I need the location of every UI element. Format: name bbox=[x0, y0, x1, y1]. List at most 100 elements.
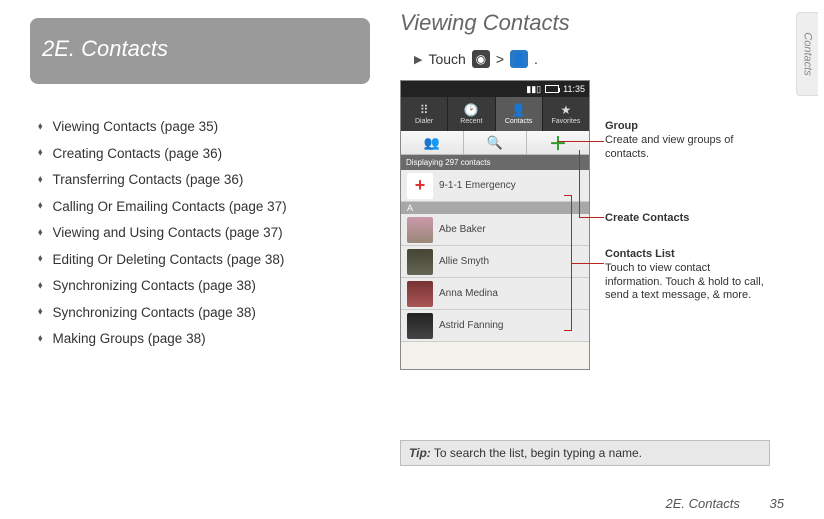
toc-item[interactable]: ⬧ Transferring Contacts (page 36) bbox=[38, 173, 370, 187]
avatar bbox=[407, 217, 433, 243]
callout-group: Group Create and view groups of contacts… bbox=[605, 120, 770, 161]
tab-favorites[interactable]: ★Favorites bbox=[543, 97, 589, 131]
triangle-icon: ▶ bbox=[414, 53, 422, 66]
callout-leader bbox=[572, 263, 604, 264]
diamond-icon: ⬧ bbox=[38, 175, 43, 185]
diamond-icon: ⬧ bbox=[38, 334, 43, 344]
toc-item[interactable]: ⬧ Synchronizing Contacts (page 38) bbox=[38, 306, 370, 320]
toc-item-label: Editing Or Deleting Contacts (page 38) bbox=[53, 253, 285, 267]
group-icon: 👥 bbox=[424, 135, 440, 151]
toc-item[interactable]: ⬧ Editing Or Deleting Contacts (page 38) bbox=[38, 253, 370, 267]
tip-text: To search the list, begin typing a name. bbox=[431, 446, 642, 460]
tab-row: ⠿Dialer 🕑Recent 👤Contacts ★Favorites bbox=[401, 97, 589, 131]
contact-name: 9-1-1 Emergency bbox=[439, 180, 516, 191]
callout-title: Create Contacts bbox=[605, 212, 770, 226]
footer-section: 2E. Contacts bbox=[665, 496, 739, 511]
toc-item[interactable]: ⬧ Viewing Contacts (page 35) bbox=[38, 120, 370, 134]
home-icon: ◉ bbox=[472, 50, 490, 68]
callout-title: Contacts List bbox=[605, 248, 770, 262]
contact-row[interactable]: Allie Smyth bbox=[401, 246, 589, 278]
toc-item[interactable]: ⬧ Making Groups (page 38) bbox=[38, 332, 370, 346]
page-heading: Viewing Contacts bbox=[400, 10, 780, 36]
contact-row[interactable]: Abe Baker bbox=[401, 214, 589, 246]
toc-item-label: Viewing and Using Contacts (page 37) bbox=[53, 226, 283, 240]
tab-label: Favorites bbox=[551, 118, 580, 125]
callout-contacts-list: Contacts List Touch to view contact info… bbox=[605, 248, 770, 303]
instruction-step: ▶ Touch ◉ > 👤 . bbox=[414, 50, 780, 68]
callout-bracket bbox=[564, 195, 572, 331]
callout-body: Create and view groups of contacts. bbox=[605, 134, 770, 162]
callout-title: Group bbox=[605, 120, 770, 134]
search-button[interactable]: 🔍 bbox=[464, 131, 527, 154]
thumb-tab-label: Contacts bbox=[802, 32, 814, 75]
action-bar: 👥 🔍 ＋ bbox=[401, 131, 589, 155]
dialpad-icon: ⠿ bbox=[420, 103, 429, 117]
tab-contacts[interactable]: 👤Contacts bbox=[496, 97, 543, 131]
plus-icon: ＋ bbox=[549, 130, 567, 156]
star-icon: ★ bbox=[560, 103, 571, 117]
group-button[interactable]: 👥 bbox=[401, 131, 464, 154]
diamond-icon: ⬧ bbox=[38, 201, 43, 211]
tab-recent[interactable]: 🕑Recent bbox=[448, 97, 495, 131]
contact-row[interactable]: Astrid Fanning bbox=[401, 310, 589, 342]
avatar bbox=[407, 281, 433, 307]
callout-leader bbox=[557, 141, 604, 142]
contact-row[interactable]: Anna Medina bbox=[401, 278, 589, 310]
contact-name: Astrid Fanning bbox=[439, 320, 503, 331]
toc-item-label: Viewing Contacts (page 35) bbox=[53, 120, 219, 134]
status-time: 11:35 bbox=[563, 84, 585, 94]
tip-label: Tip: bbox=[409, 446, 431, 460]
contacts-app-icon: 👤 bbox=[510, 50, 528, 68]
diamond-icon: ⬧ bbox=[38, 148, 43, 158]
table-of-contents: ⬧ Viewing Contacts (page 35) ⬧ Creating Co… bbox=[30, 120, 370, 346]
footer-page-number: 35 bbox=[770, 496, 784, 511]
step-text-mid: > bbox=[496, 51, 504, 67]
toc-item-label: Synchronizing Contacts (page 38) bbox=[53, 279, 256, 293]
toc-item[interactable]: ⬧ Synchronizing Contacts (page 38) bbox=[38, 279, 370, 293]
page-footer: 2E. Contacts 35 bbox=[665, 496, 784, 511]
step-text-pre: Touch bbox=[428, 51, 465, 67]
phone-screenshot-area: ▮▮▯ 11:35 ⠿Dialer 🕑Recent 👤Contacts ★Fav… bbox=[400, 80, 780, 390]
emergency-row[interactable]: + 9-1-1 Emergency bbox=[401, 170, 589, 202]
phone-mock: ▮▮▯ 11:35 ⠿Dialer 🕑Recent 👤Contacts ★Fav… bbox=[400, 80, 590, 370]
section-header: 2E. Contacts bbox=[30, 18, 370, 84]
clock-icon: 🕑 bbox=[464, 103, 479, 117]
diamond-icon: ⬧ bbox=[38, 122, 43, 132]
tab-label: Dialer bbox=[415, 118, 433, 125]
tip-box: Tip: To search the list, begin typing a … bbox=[400, 440, 770, 466]
diamond-icon: ⬧ bbox=[38, 307, 43, 317]
toc-item-label: Creating Contacts (page 36) bbox=[53, 147, 223, 161]
toc-item[interactable]: ⬧ Viewing and Using Contacts (page 37) bbox=[38, 226, 370, 240]
step-text-post: . bbox=[534, 51, 538, 67]
thumb-tab: Contacts bbox=[796, 12, 818, 96]
toc-item-label: Transferring Contacts (page 36) bbox=[53, 173, 244, 187]
toc-item-label: Making Groups (page 38) bbox=[53, 332, 206, 346]
toc-item[interactable]: ⬧ Calling Or Emailing Contacts (page 37) bbox=[38, 200, 370, 214]
diamond-icon: ⬧ bbox=[38, 228, 43, 238]
avatar bbox=[407, 249, 433, 275]
toc-item-label: Calling Or Emailing Contacts (page 37) bbox=[53, 200, 287, 214]
callout-leader bbox=[579, 217, 604, 218]
signal-icon: ▮▮▯ bbox=[526, 84, 541, 95]
toc-item-label: Synchronizing Contacts (page 38) bbox=[53, 306, 256, 320]
contact-name: Anna Medina bbox=[439, 288, 498, 299]
contact-name: Allie Smyth bbox=[439, 256, 489, 267]
battery-icon bbox=[545, 85, 559, 93]
callout-create-contacts: Create Contacts bbox=[605, 212, 770, 226]
person-icon: 👤 bbox=[511, 103, 526, 117]
contact-name: Abe Baker bbox=[439, 224, 486, 235]
alpha-section-header: A bbox=[401, 202, 589, 214]
diamond-icon: ⬧ bbox=[38, 254, 43, 264]
toc-item[interactable]: ⬧ Creating Contacts (page 36) bbox=[38, 147, 370, 161]
callout-body: Touch to view contact information. Touch… bbox=[605, 262, 770, 303]
avatar bbox=[407, 313, 433, 339]
tab-label: Contacts bbox=[505, 118, 533, 125]
tab-label: Recent bbox=[460, 118, 482, 125]
diamond-icon: ⬧ bbox=[38, 281, 43, 291]
contact-count-bar: Displaying 297 contacts bbox=[401, 155, 589, 170]
callout-leader bbox=[579, 150, 580, 218]
search-icon: 🔍 bbox=[487, 135, 503, 151]
tab-dialer[interactable]: ⠿Dialer bbox=[401, 97, 448, 131]
plus-icon: + bbox=[407, 173, 433, 199]
status-bar: ▮▮▯ 11:35 bbox=[401, 81, 589, 97]
